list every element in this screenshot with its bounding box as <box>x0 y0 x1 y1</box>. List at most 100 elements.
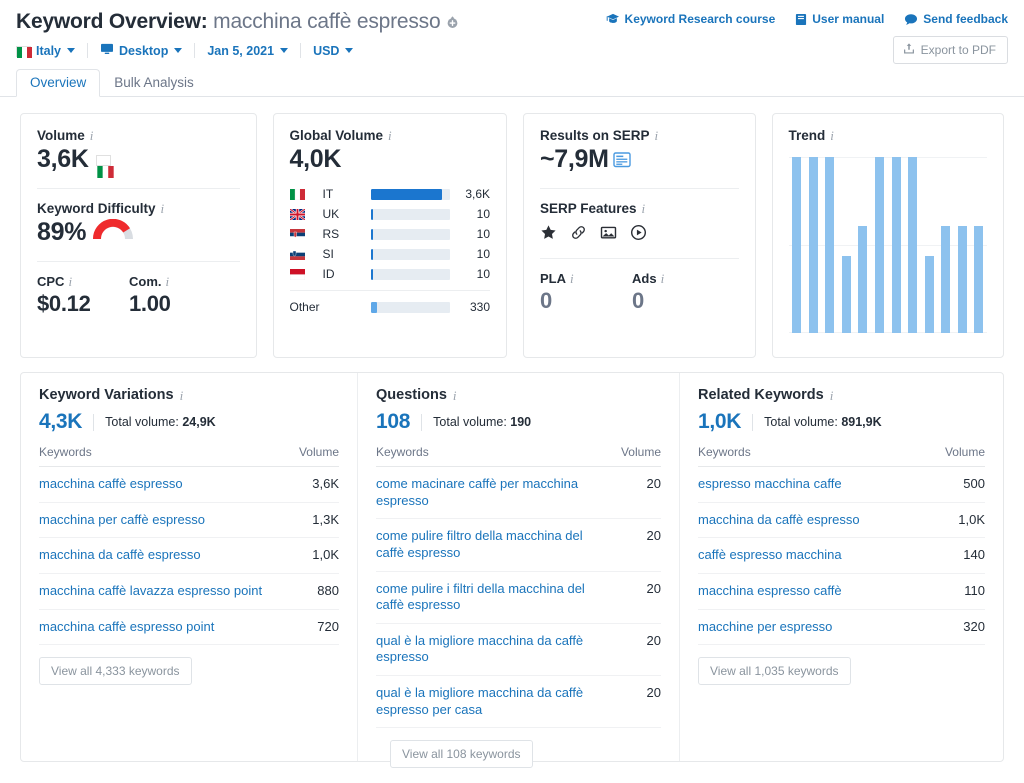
device-filter-label: Desktop <box>119 43 169 58</box>
column-header-keywords: Keywords <box>39 445 287 467</box>
questions-count: 108 <box>376 410 411 433</box>
volume-value-row: 3,6K <box>37 145 240 178</box>
results-on-serp-label-row: Results on SERP i <box>540 128 739 143</box>
trend-bar-slot <box>871 157 888 333</box>
keyword-link[interactable]: macchina caffè lavazza espresso point <box>39 573 287 610</box>
flag-uk-icon <box>289 208 323 220</box>
keyword-link[interactable]: macchina caffè espresso point <box>39 609 287 646</box>
total-volume-label: Total volume: <box>433 415 507 429</box>
info-icon[interactable]: i <box>570 272 574 285</box>
info-icon[interactable]: i <box>388 129 392 142</box>
com-value: 1.00 <box>129 291 171 316</box>
related-keywords-title-row: Related Keywords i <box>698 387 985 403</box>
keyword-link[interactable]: macchina da caffè espresso <box>698 502 933 539</box>
info-icon[interactable]: i <box>90 129 94 142</box>
related-keywords-table: Keywords Volume espresso macchina caffe 5… <box>698 445 985 646</box>
related-keywords-body: espresso macchina caffe 500 macchina da ca… <box>698 466 985 646</box>
info-icon[interactable]: i <box>642 202 646 215</box>
keyword-link[interactable]: come pulire i filtri della macchina del … <box>376 571 609 624</box>
keyword-difficulty-label: Keyword Difficulty <box>37 201 156 216</box>
keyword-link[interactable]: espresso macchina caffe <box>698 466 933 503</box>
total-volume-label: Total volume: <box>764 415 838 429</box>
keyword-variations-body: macchina caffè espresso 3,6K macchina per … <box>39 466 339 646</box>
volume-bar-track <box>370 248 450 260</box>
chevron-down-icon <box>67 48 76 53</box>
serp-snippet-icon[interactable] <box>612 146 631 175</box>
results-on-serp-label: Results on SERP <box>540 128 650 143</box>
tab-overview[interactable]: Overview <box>16 69 101 97</box>
trend-card: Trend i <box>771 113 1004 358</box>
trend-bar <box>841 255 851 333</box>
keyword-link[interactable]: qual è la migliore macchina da caffè esp… <box>376 623 609 677</box>
keyword-link[interactable]: macchina espresso caffè <box>698 573 933 610</box>
keyword-link[interactable]: macchina caffè espresso <box>39 466 287 503</box>
export-to-pdf-button[interactable]: Export to PDF <box>892 36 1008 64</box>
table-row: come pulire i filtri della macchina del … <box>376 571 661 624</box>
questions-total: Total volume: 190 <box>433 415 531 429</box>
view-all-questions-button[interactable]: View all 108 keywords <box>390 740 533 769</box>
pla-value: 0 <box>540 288 552 313</box>
questions-title-row: Questions i <box>376 387 661 403</box>
global-volume-label-row: Global Volume i <box>290 128 491 143</box>
serp-features-label: SERP Features <box>540 201 637 216</box>
reviews-star-icon[interactable] <box>540 224 557 244</box>
volume-bar-track <box>370 228 450 240</box>
info-icon[interactable]: i <box>180 389 184 402</box>
table-row: macchina caffè espresso 3,6K <box>39 466 339 503</box>
info-icon[interactable]: i <box>655 129 659 142</box>
keyword-link[interactable]: macchina per caffè espresso <box>39 502 287 539</box>
video-icon[interactable] <box>630 224 647 244</box>
global-volume-other-row: Other 330 <box>290 297 491 317</box>
filter-divider <box>87 43 89 58</box>
keyword-volume: 1,0K <box>933 502 985 539</box>
info-icon[interactable]: i <box>453 389 457 402</box>
keyword-link[interactable]: macchine per espresso <box>698 609 933 646</box>
cpc-value: $0.12 <box>37 291 91 316</box>
ads-value: 0 <box>632 288 644 313</box>
country-filter[interactable]: Italy <box>16 44 76 58</box>
table-row: come macinare caffè per macchina espress… <box>376 466 661 520</box>
device-filter[interactable]: Desktop <box>100 43 183 58</box>
keyword-volume: 140 <box>933 537 985 574</box>
date-filter[interactable]: Jan 5, 2021 <box>207 44 289 58</box>
trend-bar-slot <box>954 157 971 333</box>
view-all-keyword-variations-button[interactable]: View all 4,333 keywords <box>39 657 192 686</box>
image-pack-icon[interactable] <box>600 224 617 244</box>
info-icon[interactable]: i <box>166 275 170 288</box>
global-volume-row: UK 10 <box>289 204 490 224</box>
info-icon[interactable]: i <box>830 129 834 142</box>
keyword-link[interactable]: caffè espresso macchina <box>698 537 933 574</box>
trend-bar <box>908 157 918 333</box>
table-row: macchina caffè espresso point 720 <box>39 609 339 646</box>
keyword-link[interactable]: come macinare caffè per macchina espress… <box>376 466 609 520</box>
sitelinks-icon[interactable] <box>570 224 587 244</box>
info-icon[interactable]: i <box>68 275 72 288</box>
trend-bar-slot <box>937 157 954 333</box>
country-code: IT <box>322 187 334 201</box>
related-keywords-title: Related Keywords <box>698 387 824 403</box>
flag-it-icon <box>95 155 114 178</box>
keyword-link[interactable]: qual è la migliore macchina da caffè esp… <box>376 675 609 729</box>
table-row: macchina da caffè espresso 1,0K <box>39 537 339 574</box>
add-keyword-icon[interactable] <box>445 12 460 28</box>
info-icon[interactable]: i <box>661 272 665 285</box>
info-icon[interactable]: i <box>161 202 165 215</box>
serp-features-list <box>540 224 739 244</box>
keyword-link[interactable]: come pulire filtro della macchina del ca… <box>376 518 609 572</box>
send-feedback-link[interactable]: Send feedback <box>904 12 1008 26</box>
country-code: SI <box>322 247 334 261</box>
table-row: caffè espresso macchina 140 <box>698 537 985 574</box>
keyword-research-course-link[interactable]: Keyword Research course <box>606 12 775 26</box>
view-all-related-keywords-button[interactable]: View all 1,035 keywords <box>698 657 851 686</box>
info-icon[interactable]: i <box>830 389 834 402</box>
trend-bar <box>974 225 984 333</box>
page-header: Keyword Overview: macchina caffè espress… <box>0 0 1024 64</box>
trend-bar-slot <box>971 157 988 333</box>
table-header-row: Keywords Volume <box>39 445 339 467</box>
cpc-label: CPC <box>37 274 65 289</box>
keyword-link[interactable]: macchina da caffè espresso <box>39 537 287 574</box>
tab-bulk-analysis[interactable]: Bulk Analysis <box>100 69 208 97</box>
related-keywords-summary: 1,0K Total volume: 891,9K <box>698 410 985 434</box>
currency-filter[interactable]: USD <box>313 44 354 58</box>
user-manual-link[interactable]: User manual <box>795 12 884 26</box>
